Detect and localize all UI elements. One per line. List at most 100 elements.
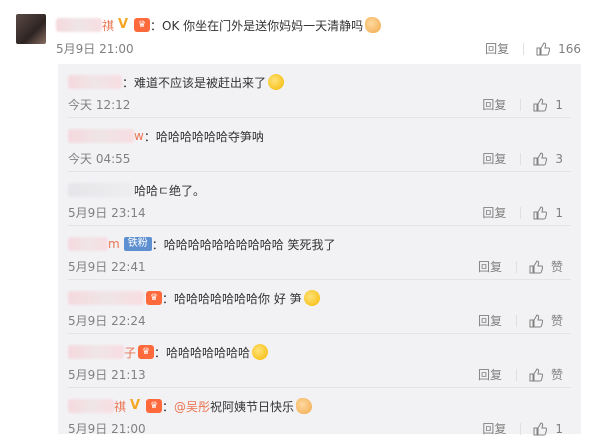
reply-line: m 铁粉 ：哈哈哈哈哈哈哈哈哈哈 笑死我了 [68, 234, 336, 254]
thumbs-up-icon[interactable] [533, 97, 548, 112]
username[interactable]: 祺 [102, 17, 114, 34]
reply-text: ：哈哈哈哈哈哈夺笋呐 [143, 129, 264, 144]
reply-text: 祝阿姨节日快乐 [210, 399, 295, 414]
reply-line: 哈哈ㄷ绝了。 [68, 180, 205, 200]
thumbs-up-icon[interactable] [529, 313, 544, 328]
like-count: 3 [555, 151, 563, 166]
username[interactable]: w [134, 129, 144, 143]
doge-emoji-icon [303, 290, 320, 306]
member-crown-icon: ♛ [134, 18, 151, 32]
reply-button[interactable]: 回复 [482, 96, 506, 113]
reply-time: 5月9日 22:41 [68, 260, 146, 274]
reply-line: 子 ♛ ：哈哈哈哈哈哈哈 [68, 342, 269, 362]
pray-hands-emoji-icon [365, 17, 382, 33]
reply-text: ：哈哈哈哈哈哈哈哈哈哈 笑死我了 [151, 237, 336, 252]
username[interactable]: 祺 [114, 398, 126, 415]
member-crown-icon: ♛ [138, 345, 155, 359]
reply-item: ♛ ：哈哈哈哈哈哈哈你 好 笋 5月9日 22:24 回复 赞 [58, 280, 581, 333]
thumbs-up-icon[interactable] [533, 421, 548, 436]
blurred-username[interactable] [56, 18, 102, 32]
reply-actions: 回复 3 [482, 150, 563, 167]
like-count: 1 [555, 97, 563, 112]
like-label: 赞 [550, 368, 563, 382]
reply-line: w ：哈哈哈哈哈哈夺笋呐 [68, 126, 264, 146]
top-comment-line: 祺 V ♛ ：OK 你坐在门外是送你妈妈一天清静吗 [56, 14, 382, 36]
blurred-username[interactable] [68, 291, 144, 305]
reply-time: 5月9日 22:24 [68, 314, 146, 328]
username[interactable]: 子 [124, 344, 136, 361]
reply-button[interactable]: 回复 [482, 150, 506, 167]
reply-item: 祺 V ♛ ： @吴彤 祝阿姨节日快乐 5月9日 21:00 回复 1 [58, 388, 581, 441]
reply-button[interactable]: 回复 [485, 40, 509, 57]
like-count: 1 [555, 421, 563, 436]
reply-button[interactable]: 回复 [482, 420, 506, 437]
divider [515, 314, 517, 327]
mention-link[interactable]: @吴彤 [174, 398, 210, 415]
like-label: 赞 [550, 260, 563, 274]
reply-actions: 回复 赞 [478, 366, 563, 383]
reply-text: ：哈哈哈哈哈哈哈你 好 笋 [162, 291, 302, 306]
reply-button[interactable]: 回复 [478, 312, 502, 329]
divider [523, 42, 525, 55]
laughing-emoji-icon [268, 74, 285, 90]
blurred-username[interactable] [68, 237, 108, 251]
reply-actions: 回复 1 [482, 420, 563, 437]
doge-emoji-icon [252, 344, 269, 360]
divider [520, 98, 522, 111]
thumbs-up-icon[interactable] [529, 367, 544, 382]
reply-button[interactable]: 回复 [478, 366, 502, 383]
like-count: 1 [555, 205, 563, 220]
thumbs-up-icon[interactable] [529, 259, 544, 274]
verified-v-icon: V [118, 17, 129, 32]
reply-line: 祺 V ♛ ： @吴彤 祝阿姨节日快乐 [68, 396, 313, 416]
fan-badge: 铁粉 [123, 237, 152, 251]
reply-list: ：难道不应该是被赶出来了 今天 12:12 回复 1 w ：哈哈哈哈哈哈夺笋呐 … [58, 64, 581, 436]
reply-button[interactable]: 回复 [478, 258, 502, 275]
username[interactable]: m [108, 237, 120, 251]
like-count: 166 [558, 41, 581, 56]
blurred-username[interactable] [68, 129, 134, 143]
comment-text: ：OK 你坐在门外是送你妈妈一天清静吗 [150, 18, 364, 33]
member-crown-icon: ♛ [146, 399, 163, 413]
avatar[interactable] [16, 14, 46, 44]
reply-text: ：哈哈哈哈哈哈哈 [154, 345, 251, 360]
divider [520, 152, 522, 165]
divider [515, 260, 517, 273]
reply-text: 哈哈ㄷ绝了。 [134, 183, 206, 198]
verified-v-icon: V [130, 398, 141, 413]
thumbs-up-icon[interactable] [533, 151, 548, 166]
member-crown-icon: ♛ [146, 291, 162, 305]
reply-time: 5月9日 21:13 [68, 368, 146, 382]
reply-time: 5月9日 23:14 [68, 206, 146, 220]
comment-actions: 回复 166 [485, 40, 581, 57]
reply-time: 今天 04:55 [68, 152, 131, 166]
reply-actions: 回复 赞 [478, 312, 563, 329]
reply-actions: 回复 1 [482, 204, 563, 221]
divider [515, 368, 517, 381]
reply-line: ♛ ：哈哈哈哈哈哈哈你 好 笋 [68, 288, 320, 308]
comment-time: 5月9日 21:00 [56, 42, 134, 56]
blurred-username[interactable] [68, 399, 114, 413]
blurred-username[interactable] [68, 75, 122, 89]
reply-button[interactable]: 回复 [482, 204, 506, 221]
reply-actions: 回复 赞 [478, 258, 563, 275]
thumbs-up-icon[interactable] [536, 41, 551, 56]
reply-time: 5月9日 21:00 [68, 422, 146, 436]
reply-text: ：难道不应该是被赶出来了 [122, 75, 267, 90]
reply-item: 子 ♛ ：哈哈哈哈哈哈哈 5月9日 21:13 回复 赞 [58, 334, 581, 387]
blurred-username[interactable] [68, 345, 124, 359]
reply-actions: 回复 1 [482, 96, 563, 113]
top-comment: 祺 V ♛ ：OK 你坐在门外是送你妈妈一天清静吗 5月9日 21:00 回复 … [0, 0, 595, 62]
reply-item: m 铁粉 ：哈哈哈哈哈哈哈哈哈哈 笑死我了 5月9日 22:41 回复 赞 [58, 226, 581, 279]
reply-item: ：难道不应该是被赶出来了 今天 12:12 回复 1 [58, 64, 581, 117]
colon: ： [162, 399, 175, 414]
reply-item: w ：哈哈哈哈哈哈夺笋呐 今天 04:55 回复 3 [58, 118, 581, 171]
blurred-username[interactable] [68, 183, 134, 197]
reply-line: ：难道不应该是被赶出来了 [68, 72, 285, 92]
reply-item: 哈哈ㄷ绝了。 5月9日 23:14 回复 1 [58, 172, 581, 225]
divider [520, 422, 522, 435]
pray-hands-emoji-icon [296, 398, 313, 414]
thumbs-up-icon[interactable] [533, 205, 548, 220]
like-label: 赞 [550, 314, 563, 328]
reply-time: 今天 12:12 [68, 98, 131, 112]
